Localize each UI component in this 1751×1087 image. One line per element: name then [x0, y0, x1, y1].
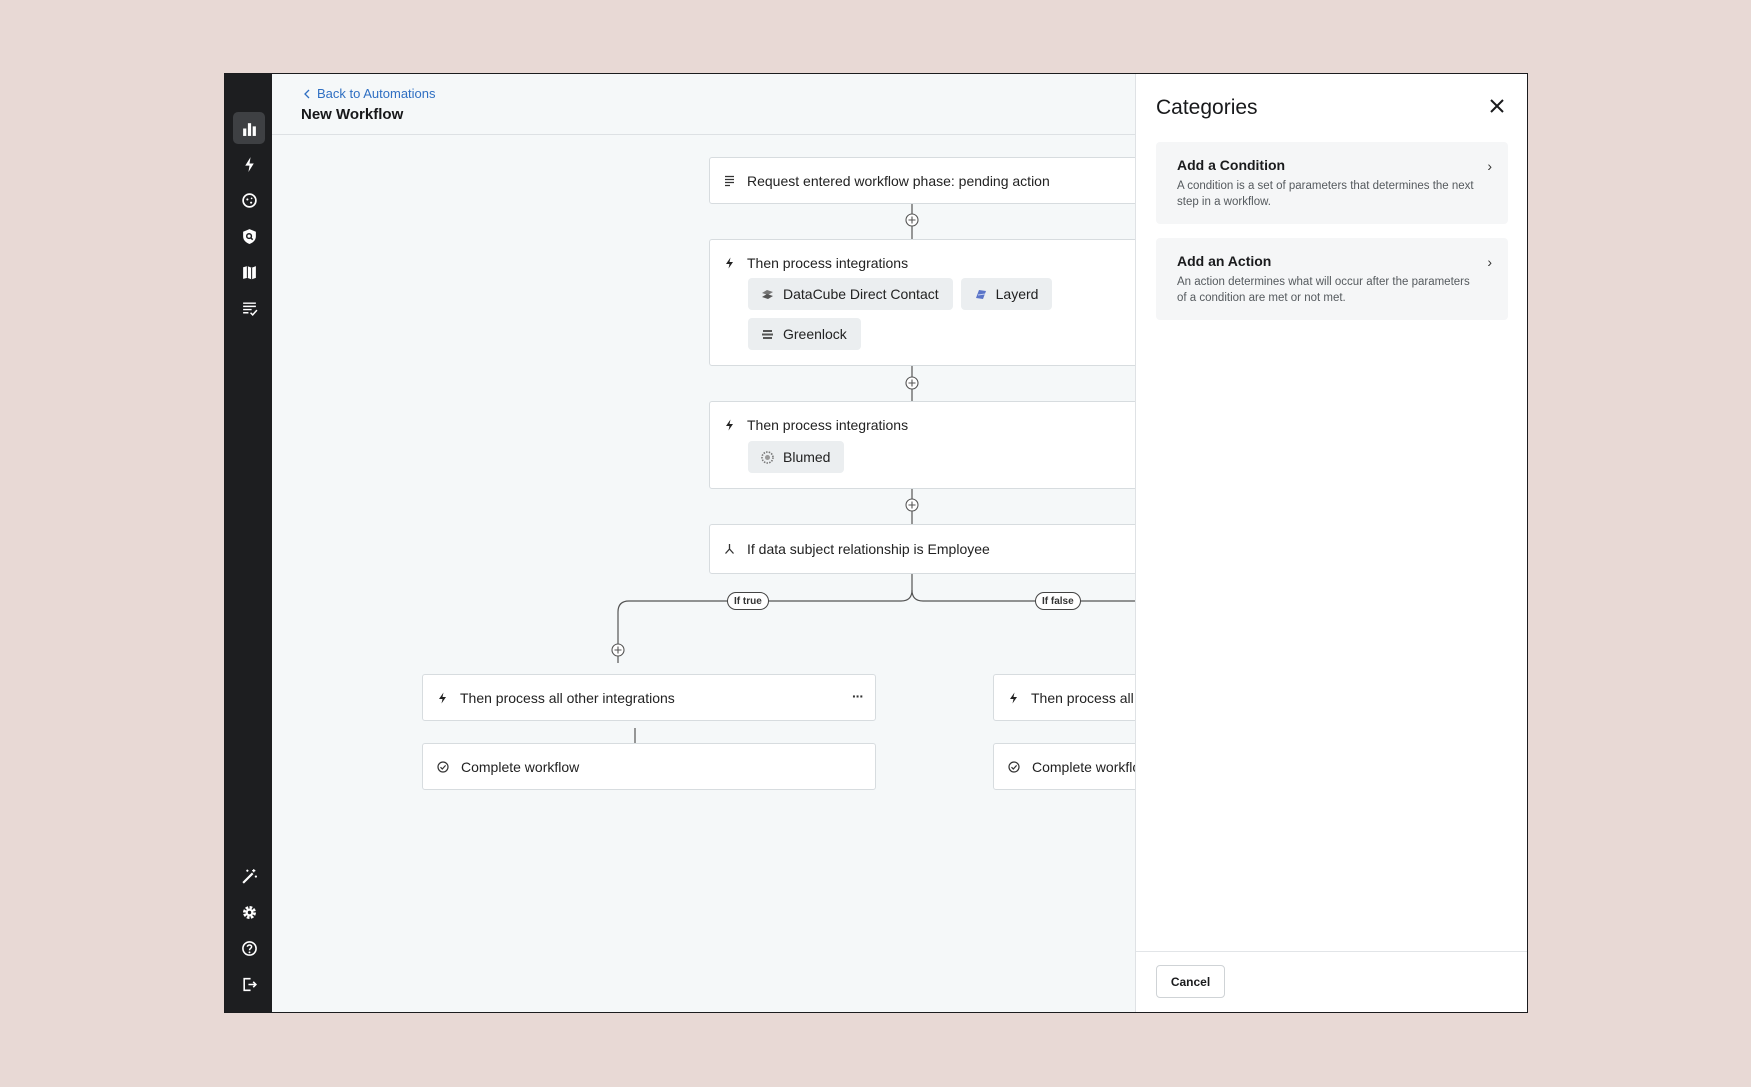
if-false-label: If false	[1035, 592, 1081, 610]
bolt-icon[interactable]	[233, 148, 265, 180]
greenlock-logo-icon	[762, 329, 773, 339]
integration-chip[interactable]: Layerd	[960, 278, 1053, 310]
categories-panel: Categories Add a Condition A condition i…	[1135, 74, 1527, 1012]
integration-chip[interactable]: Greenlock	[748, 318, 861, 350]
condition-label: If data subject relationship is Employee	[747, 541, 990, 557]
add-condition-card[interactable]: Add a Condition A condition is a set of …	[1156, 142, 1508, 224]
action-label: Then process all other integrations	[460, 690, 675, 706]
bolt-icon	[1010, 692, 1017, 704]
checklist-icon[interactable]	[233, 292, 265, 324]
process-integrations-node[interactable]: Then process integrations ··· DataCube D…	[709, 239, 1135, 366]
back-link-label[interactable]: Back to Automations	[317, 86, 436, 101]
integration-chip[interactable]: DataCube Direct Contact	[748, 278, 953, 310]
integration-chip[interactable]: Blumed	[748, 441, 845, 473]
cookie-icon[interactable]	[233, 184, 265, 216]
app-window: Back to Automations New Workflow Request…	[224, 73, 1528, 1013]
panel-footer: Cancel	[1136, 951, 1527, 1012]
chip-label: Blumed	[783, 449, 831, 465]
panel-title: Categories	[1156, 96, 1258, 119]
left-branch-action-node[interactable]: Then process all other integrations ···	[422, 674, 876, 721]
branch-icon	[725, 544, 734, 554]
card-description: An action determines what will occur aft…	[1177, 276, 1470, 304]
layerd-logo-icon	[975, 289, 986, 299]
workflow-main: Back to Automations New Workflow Request…	[272, 74, 1135, 1012]
step-label: Then process integrations	[747, 417, 909, 433]
workflow-canvas[interactable]: Request entered workflow phase: pending …	[272, 135, 1135, 1012]
step-label: Then process integrations	[747, 255, 909, 271]
more-options-icon[interactable]: ···	[852, 688, 864, 704]
card-title: Add a Condition	[1177, 157, 1286, 173]
list-icon	[725, 175, 734, 187]
left-branch-complete-node[interactable]: Complete workflow	[422, 743, 876, 790]
page-header: Back to Automations New Workflow	[272, 74, 1135, 135]
gear-icon[interactable]	[233, 896, 265, 928]
condition-node[interactable]: If data subject relationship is Employee…	[709, 524, 1135, 574]
chevron-left-icon	[304, 89, 310, 98]
check-circle-icon	[437, 761, 449, 773]
help-icon[interactable]	[233, 932, 265, 964]
workflow-trigger-node[interactable]: Request entered workflow phase: pending …	[709, 157, 1135, 204]
datacube-logo-icon	[762, 289, 773, 299]
cancel-button[interactable]: Cancel	[1156, 965, 1225, 998]
integration-chips: Blumed	[748, 441, 1078, 473]
chip-label: Layerd	[995, 286, 1039, 302]
shield-search-icon[interactable]	[233, 220, 265, 252]
chip-label: DataCube Direct Contact	[783, 286, 939, 302]
right-branch-action-node[interactable]: Then process all other integrations	[993, 674, 1135, 721]
page-title: New Workflow	[301, 106, 404, 123]
integration-chips: DataCube Direct Contact Layerd Greenlock	[748, 278, 1078, 350]
map-icon[interactable]	[233, 256, 265, 288]
bolt-icon	[726, 419, 733, 431]
chevron-right-icon: ›	[1487, 254, 1492, 270]
chip-label: Greenlock	[783, 326, 847, 342]
complete-label: Complete workflow	[1032, 759, 1135, 775]
action-label: Then process all other integrations	[1031, 690, 1135, 706]
trigger-label: Request entered workflow phase: pending …	[747, 173, 1050, 189]
bolt-icon	[439, 692, 446, 704]
chevron-right-icon: ›	[1487, 158, 1492, 174]
bolt-icon	[726, 257, 733, 269]
add-action-card[interactable]: Add an Action An action determines what …	[1156, 238, 1508, 320]
sidebar-rail	[225, 74, 272, 1012]
complete-label: Complete workflow	[461, 759, 580, 775]
blumed-logo-icon	[761, 450, 774, 464]
if-true-label: If true	[727, 592, 769, 610]
logout-icon[interactable]	[233, 968, 265, 1000]
close-icon[interactable]	[1487, 96, 1507, 116]
magic-wand-icon[interactable]	[233, 860, 265, 892]
check-circle-icon	[1008, 761, 1020, 773]
card-title: Add an Action	[1177, 253, 1272, 269]
back-to-automations-link[interactable]: Back to Automations	[303, 86, 436, 101]
analytics-icon[interactable]	[233, 112, 265, 144]
card-description: A condition is a set of parameters that …	[1177, 180, 1474, 208]
process-integrations-node[interactable]: Then process integrations ··· Blumed	[709, 401, 1135, 489]
right-branch-complete-node[interactable]: Complete workflow	[993, 743, 1135, 790]
